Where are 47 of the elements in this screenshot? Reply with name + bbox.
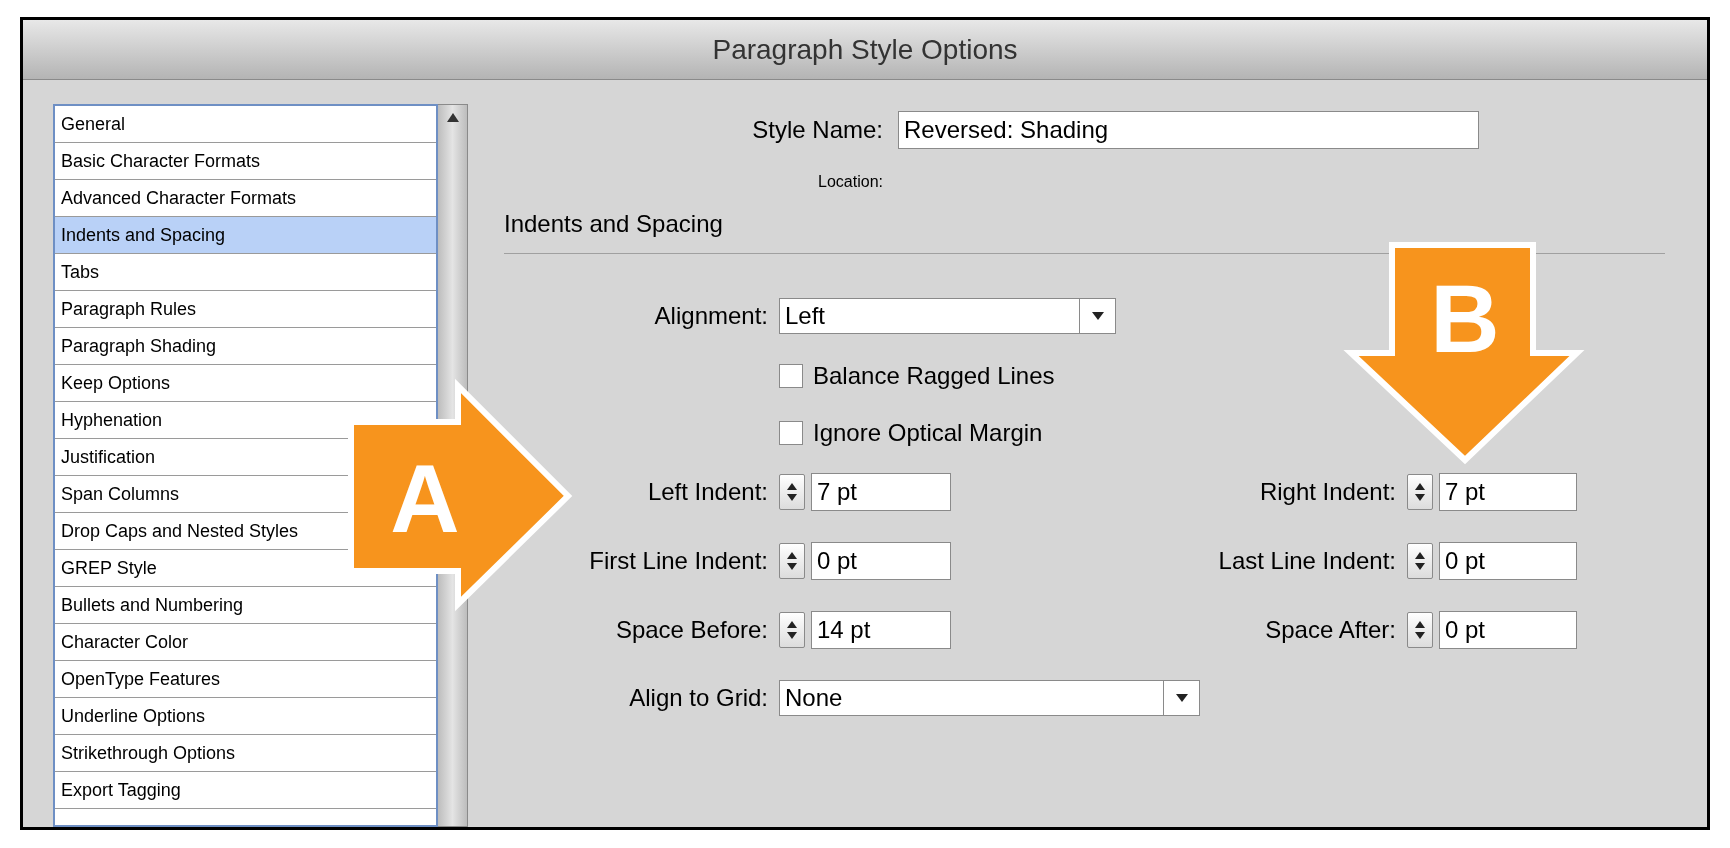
callout-letter: A	[390, 445, 460, 552]
up-arrow-icon	[787, 483, 797, 490]
up-arrow-icon	[1415, 552, 1425, 559]
field-label: Align to Grid:	[628, 683, 768, 713]
input-field[interactable]: 0 pt	[811, 542, 951, 580]
up-arrow-icon	[1415, 483, 1425, 490]
field-label: Location:	[817, 172, 883, 192]
up-arrow-icon	[787, 552, 797, 559]
stepper-control[interactable]	[779, 474, 805, 510]
dropdown[interactable]: Left	[779, 298, 1116, 334]
input-field[interactable]: 14 pt	[811, 611, 951, 649]
down-arrow-icon	[1415, 632, 1425, 639]
down-arrow-icon	[787, 632, 797, 639]
stepper-control[interactable]	[1407, 474, 1433, 510]
input-field[interactable]: Reversed: Shading	[898, 111, 1479, 149]
field-label: First Line Indent:	[588, 546, 768, 576]
up-arrow-icon	[787, 621, 797, 628]
caret-icon	[1175, 694, 1188, 702]
scroll-up-icon[interactable]	[446, 113, 459, 122]
field-label: Right Indent:	[1258, 477, 1396, 507]
field-label: Space Before:	[614, 615, 768, 645]
field-label: Left Indent:	[646, 477, 768, 507]
input-field[interactable]: 7 pt	[811, 473, 951, 511]
field-label: Last Line Indent:	[1217, 546, 1396, 576]
field-label: Space After:	[1264, 615, 1396, 645]
checkbox-label: Balance Ragged Lines	[813, 361, 1055, 391]
stepper-control[interactable]	[779, 543, 805, 579]
down-arrow-icon	[1415, 563, 1425, 570]
field-label: Style Name:	[751, 115, 883, 145]
up-arrow-icon	[1415, 621, 1425, 628]
checkbox[interactable]	[779, 364, 803, 388]
checkbox-label: Ignore Optical Margin	[813, 418, 1043, 448]
input-field[interactable]: 0 pt	[1439, 542, 1577, 580]
stepper-control[interactable]	[1407, 543, 1433, 579]
down-arrow-icon	[1415, 494, 1425, 501]
field-label: Alignment:	[653, 301, 768, 331]
dropdown[interactable]: None	[779, 680, 1200, 716]
caret-icon	[1091, 312, 1104, 320]
input-field[interactable]: 0 pt	[1439, 611, 1577, 649]
callout-letter: B	[1430, 265, 1500, 372]
down-arrow-icon	[787, 494, 797, 501]
window-title: Paragraph Style Options	[712, 32, 1018, 67]
stepper-control[interactable]	[779, 612, 805, 648]
down-arrow-icon	[787, 563, 797, 570]
stepper-control[interactable]	[1407, 612, 1433, 648]
checkbox[interactable]	[779, 421, 803, 445]
input-field[interactable]: 7 pt	[1439, 473, 1577, 511]
